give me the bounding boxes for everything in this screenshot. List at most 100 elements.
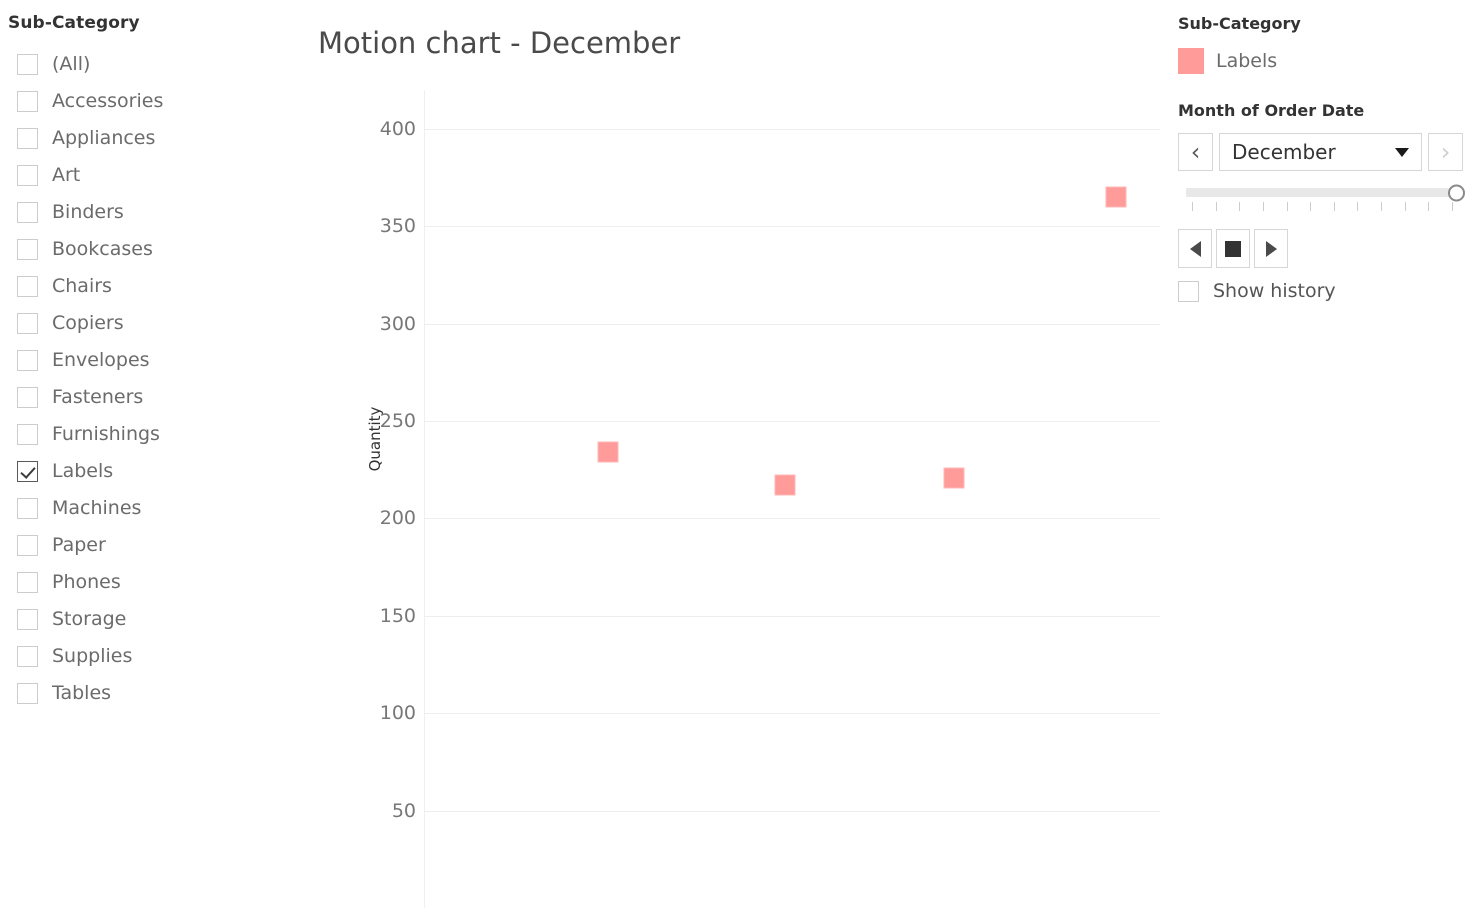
filter-item-supplies[interactable]: Supplies	[0, 638, 300, 675]
filter-checkbox[interactable]	[17, 202, 38, 223]
slider-tick	[1452, 202, 1453, 211]
legend-item-labels[interactable]: Labels	[1178, 48, 1277, 74]
filter-item-art[interactable]: Art	[0, 157, 300, 194]
slider-tick-marks	[1186, 202, 1458, 214]
y-axis-tick-label: 50	[391, 799, 416, 822]
filter-item-bookcases[interactable]: Bookcases	[0, 231, 300, 268]
slider-tick	[1215, 202, 1217, 211]
filter-item-appliances[interactable]: Appliances	[0, 120, 300, 157]
filter-item-labels[interactable]: Labels	[0, 453, 300, 490]
y-axis-tick-label: 200	[379, 507, 416, 530]
filter-item-all[interactable]: (All)	[0, 46, 300, 83]
filter-checkbox[interactable]	[17, 498, 38, 519]
filter-item-accessories[interactable]: Accessories	[0, 83, 300, 120]
filter-checkbox[interactable]	[17, 350, 38, 371]
gridline	[424, 226, 1160, 228]
triangle-right-icon	[1265, 240, 1277, 257]
slider-track[interactable]	[1186, 184, 1465, 201]
gridline	[424, 713, 1160, 715]
filter-item-label: (All)	[52, 53, 91, 75]
filter-item-label: Envelopes	[52, 349, 150, 371]
filter-item-label: Storage	[52, 608, 127, 630]
filter-item-phones[interactable]: Phones	[0, 564, 300, 601]
filter-checkbox[interactable]	[17, 128, 38, 149]
filter-checkbox[interactable]	[17, 313, 38, 334]
slider-tick	[1286, 202, 1288, 211]
playback-controls	[1178, 229, 1288, 268]
filter-item-fasteners[interactable]: Fasteners	[0, 379, 300, 416]
gridline	[424, 615, 1160, 617]
filter-checkbox[interactable]	[17, 572, 38, 593]
y-axis-tick-label: 350	[379, 215, 416, 238]
filter-item-binders[interactable]: Binders	[0, 194, 300, 231]
filter-item-label: Bookcases	[52, 238, 153, 260]
slider-tick	[1310, 202, 1312, 211]
stop-square-icon	[1225, 240, 1241, 257]
filter-checkbox[interactable]	[17, 91, 38, 112]
month-dropdown-value: December	[1232, 140, 1336, 164]
chevron-down-icon	[1395, 147, 1409, 157]
gridline	[424, 421, 1160, 423]
filter-checkbox[interactable]	[17, 54, 38, 75]
gridline	[424, 323, 1160, 325]
data-point-mark[interactable]	[943, 467, 965, 489]
legend-color-swatch	[1178, 48, 1204, 74]
slider-tick	[1381, 202, 1383, 211]
chart-panel: Motion chart - December Quantity 400 350 3…	[300, 0, 1170, 908]
filter-item-envelopes[interactable]: Envelopes	[0, 342, 300, 379]
filter-checkbox[interactable]	[17, 387, 38, 408]
slider-tick	[1262, 202, 1264, 211]
filter-item-label: Machines	[52, 497, 142, 519]
slider-tick	[1192, 202, 1193, 211]
filter-item-label: Labels	[52, 460, 114, 482]
filter-item-tables[interactable]: Tables	[0, 675, 300, 712]
filter-item-label: Chairs	[52, 275, 112, 297]
show-history-label: Show history	[1213, 280, 1336, 302]
filter-checkbox[interactable]	[17, 165, 38, 186]
month-selector: ‹ December ›	[1178, 133, 1463, 171]
show-history-row[interactable]: Show history	[1178, 280, 1336, 302]
filter-checkbox[interactable]	[17, 239, 38, 260]
filter-item-copiers[interactable]: Copiers	[0, 305, 300, 342]
filter-checkbox[interactable]	[17, 276, 38, 297]
filter-item-storage[interactable]: Storage	[0, 601, 300, 638]
filter-item-label: Binders	[52, 201, 124, 223]
y-axis-tick-label: 150	[379, 604, 416, 627]
filter-checkbox[interactable]	[17, 424, 38, 445]
filter-item-paper[interactable]: Paper	[0, 527, 300, 564]
data-point-mark[interactable]	[1105, 186, 1127, 208]
show-history-checkbox[interactable]	[1178, 280, 1199, 302]
previous-month-button[interactable]: ‹	[1178, 133, 1213, 171]
data-point-mark[interactable]	[774, 474, 796, 496]
month-slider[interactable]	[1186, 184, 1465, 214]
filter-item-label: Paper	[52, 534, 106, 556]
legend-item-label: Labels	[1216, 50, 1278, 72]
slider-tick	[1428, 202, 1430, 211]
filter-checkbox[interactable]	[17, 646, 38, 667]
filter-item-chairs[interactable]: Chairs	[0, 268, 300, 305]
filter-checkbox[interactable]	[17, 461, 38, 482]
gridline	[424, 810, 1160, 812]
filter-item-label: Fasteners	[52, 386, 144, 408]
filter-item-label: Art	[52, 164, 81, 186]
y-axis-tick-label: 100	[379, 702, 416, 725]
filter-checkbox[interactable]	[17, 609, 38, 630]
filter-checkbox[interactable]	[17, 535, 38, 556]
step-back-button[interactable]	[1178, 229, 1212, 268]
stop-button[interactable]	[1216, 229, 1250, 268]
filter-checkbox[interactable]	[17, 683, 38, 704]
y-axis-tick-label: 400	[379, 117, 416, 140]
plot-area[interactable]: 400 350 300 250 200 150 100 50	[380, 90, 1160, 908]
filter-item-label: Furnishings	[52, 423, 160, 445]
y-axis-tick-label: 250	[379, 410, 416, 433]
sub-category-filter-panel: Sub-Category (All) Accessories Appliances A…	[0, 0, 300, 908]
month-dropdown[interactable]: December	[1219, 133, 1422, 171]
filter-item-furnishings[interactable]: Furnishings	[0, 416, 300, 453]
filter-item-machines[interactable]: Machines	[0, 490, 300, 527]
play-button[interactable]	[1254, 229, 1288, 268]
data-point-mark[interactable]	[597, 441, 619, 463]
slider-thumb[interactable]	[1448, 184, 1465, 201]
next-month-button[interactable]: ›	[1428, 133, 1463, 171]
slider-tick	[1239, 202, 1241, 211]
control-panel: Sub-Category Labels Month of Order Date …	[1170, 0, 1472, 908]
